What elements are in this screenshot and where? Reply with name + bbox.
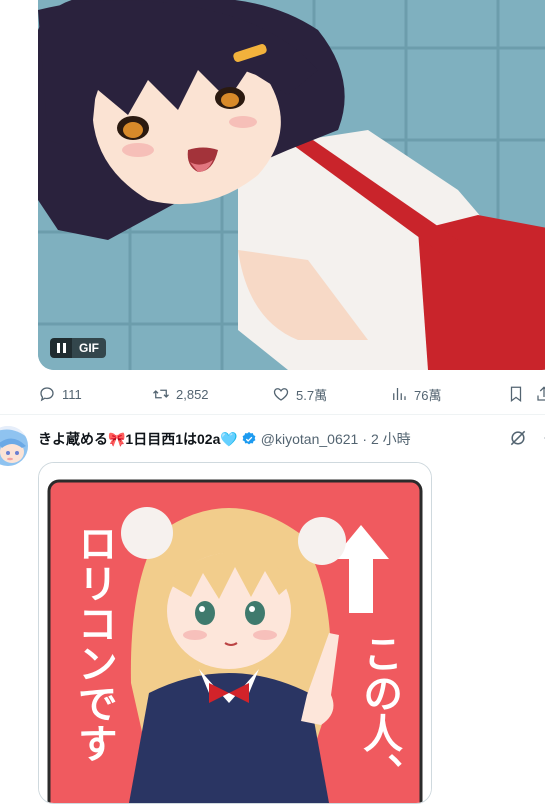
- tweet-header: きよ蔵める🎀1日目西1は02a🩵 @kiyotan_0621 · 2 小時: [38, 429, 411, 449]
- share-button[interactable]: [535, 381, 545, 407]
- bookmark-icon: [507, 385, 525, 403]
- like-button[interactable]: 5.7萬: [272, 381, 327, 407]
- tweet-divider: [0, 414, 545, 415]
- avatar[interactable]: [0, 426, 28, 466]
- gif-badge[interactable]: GIF: [50, 338, 106, 358]
- display-name[interactable]: きよ蔵める🎀1日目西1は02a🩵: [38, 429, 238, 449]
- tweet-image-media[interactable]: ロリコンです この人、: [38, 462, 432, 804]
- tweet-header-actions: [508, 428, 545, 448]
- verified-badge-icon: [241, 431, 257, 447]
- share-icon: [535, 385, 545, 403]
- handle[interactable]: @kiyotan_0621: [261, 431, 359, 447]
- anime-sign-illustration: ロリコンです この人、: [39, 463, 431, 803]
- view-count: 76萬: [414, 385, 441, 404]
- sign-text-left: ロリコンです: [71, 523, 117, 763]
- sign-text-right: この人、: [356, 633, 403, 793]
- avatar-illustration: [0, 426, 28, 466]
- retweet-button[interactable]: 2,852: [152, 381, 209, 407]
- tweet-action-bar: 111 2,852 5.7萬 76萬: [38, 381, 545, 407]
- heart-icon: [272, 385, 290, 403]
- reply-icon: [38, 385, 56, 403]
- reply-button[interactable]: 111: [38, 381, 82, 407]
- tweet-gif-media[interactable]: GIF: [38, 0, 545, 370]
- gif-label: GIF: [72, 338, 106, 358]
- like-count: 5.7萬: [296, 385, 327, 404]
- retweet-icon: [152, 385, 170, 403]
- retweet-count: 2,852: [176, 387, 209, 402]
- reply-count: 111: [62, 387, 82, 402]
- bar-chart-icon: [390, 385, 408, 403]
- bookmark-button[interactable]: [507, 381, 525, 407]
- timestamp[interactable]: 2 小時: [371, 429, 411, 449]
- grok-icon[interactable]: [508, 428, 528, 448]
- views-button[interactable]: 76萬: [390, 381, 441, 407]
- anime-girl-gif-illustration: [38, 0, 545, 370]
- pause-icon[interactable]: [50, 338, 72, 358]
- separator: ·: [362, 431, 367, 447]
